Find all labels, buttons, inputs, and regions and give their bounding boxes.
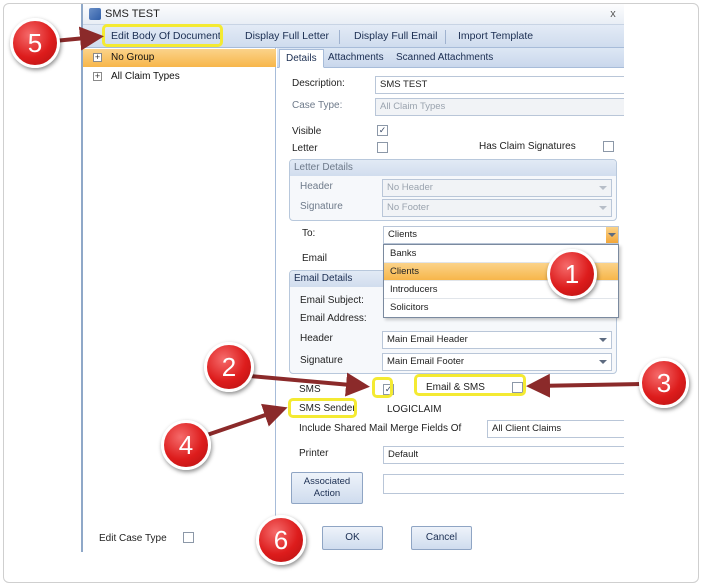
arrow-4 — [203, 403, 288, 438]
callout-badge-4: 4 — [161, 420, 211, 470]
callout-badge-3: 3 — [639, 358, 689, 408]
callout-badge-1: 1 — [547, 249, 597, 299]
arrow-5 — [53, 26, 104, 51]
screenshot-frame: SMS TEST x Edit Body Of Document Display… — [3, 3, 699, 583]
callout-badge-6: 6 — [256, 515, 306, 565]
callout-badge-5: 5 — [10, 18, 60, 68]
arrow-2 — [249, 372, 370, 397]
callout-badge-2: 2 — [204, 342, 254, 392]
callout-arrows — [53, 26, 643, 438]
arrow-3 — [526, 373, 643, 398]
